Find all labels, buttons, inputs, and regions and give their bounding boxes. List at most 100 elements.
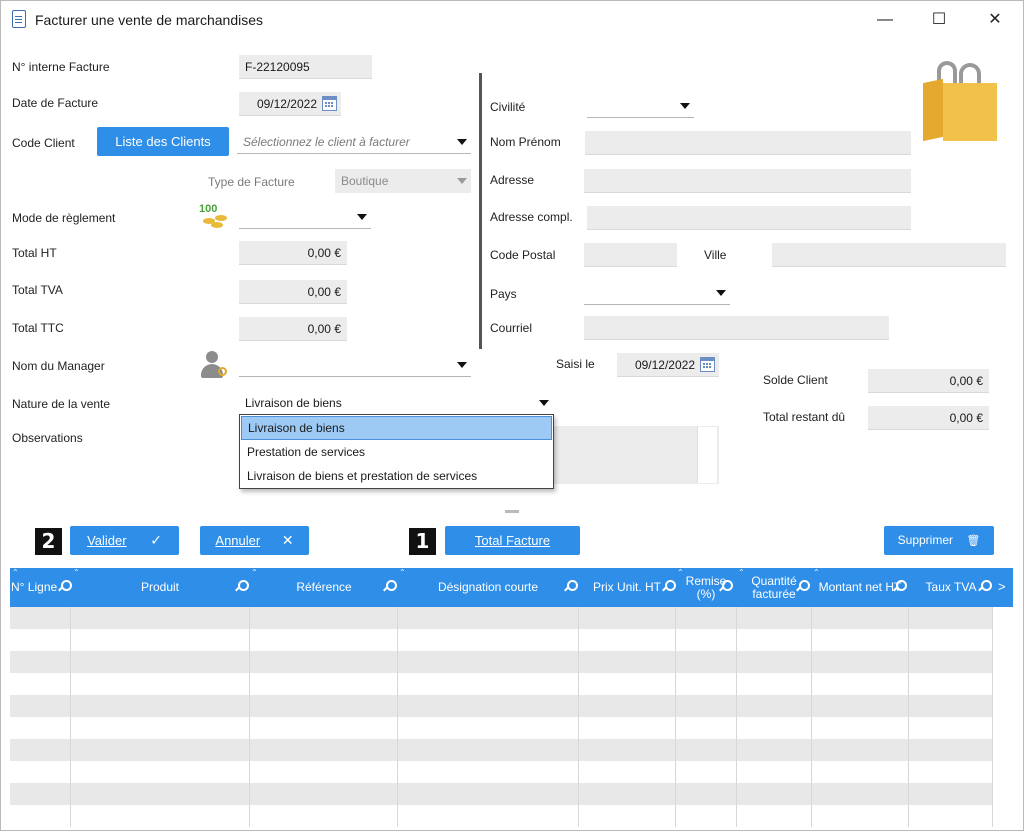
adresse-field[interactable] xyxy=(584,169,911,193)
chevron-down-icon xyxy=(357,214,367,220)
window-title: Facturer une vente de marchandises xyxy=(35,12,264,28)
code-postal-field[interactable] xyxy=(584,243,677,267)
column-header-designation[interactable]: Désignation courte xyxy=(398,568,578,607)
search-icon[interactable] xyxy=(383,580,397,592)
table-row[interactable] xyxy=(10,761,993,783)
table-row[interactable] xyxy=(10,805,993,827)
nature-vente-dropdown[interactable]: Livraison de biens Prestation de service… xyxy=(239,414,554,489)
num-facture-field[interactable]: F-22120095 xyxy=(239,55,372,79)
ville-label: Ville xyxy=(704,248,727,262)
table-row[interactable] xyxy=(10,695,993,717)
search-icon[interactable] xyxy=(978,580,992,592)
title-bar: Facturer une vente de marchandises — ☐ ✕ xyxy=(1,1,1023,39)
courriel-label: Courriel xyxy=(490,321,533,335)
search-icon[interactable] xyxy=(58,580,72,592)
search-icon[interactable] xyxy=(719,580,733,592)
adresse-compl-field[interactable] xyxy=(587,206,911,230)
total-tva-label: Total TVA xyxy=(12,283,63,297)
grid-column-divider xyxy=(397,607,398,827)
chevron-down-icon xyxy=(457,362,467,368)
num-facture-label: N° interne Facture xyxy=(12,60,110,74)
calendar-icon[interactable] xyxy=(322,96,337,111)
manager-select[interactable] xyxy=(239,353,471,377)
adresse-compl-label: Adresse compl. xyxy=(490,210,573,224)
total-ttc-label: Total TTC xyxy=(12,321,64,335)
close-button[interactable]: ✕ xyxy=(975,7,1015,33)
dropdown-option[interactable]: Prestation de services xyxy=(241,440,552,464)
dropdown-option[interactable]: Livraison de biens xyxy=(241,416,552,440)
column-header-reference[interactable]: Référence xyxy=(250,568,398,607)
nature-vente-select[interactable]: Livraison de biens xyxy=(239,391,553,415)
civilite-label: Civilité xyxy=(490,100,526,114)
table-row[interactable] xyxy=(10,673,993,695)
grid-scrollbar[interactable] xyxy=(993,607,1013,827)
sort-icon[interactable]: ⌃ xyxy=(12,569,19,577)
table-row[interactable] xyxy=(10,717,993,739)
observations-scrollbar[interactable] xyxy=(697,427,717,483)
ville-field[interactable] xyxy=(772,243,1006,267)
chevron-down-icon xyxy=(539,400,549,406)
total-restant-field: 0,00 € xyxy=(868,406,989,430)
grid-column-divider xyxy=(675,607,676,827)
search-icon[interactable] xyxy=(893,580,907,592)
column-header-prix[interactable]: Prix Unit. HT xyxy=(579,568,675,607)
grid-header: N° Ligne ⌃ ⌃ Produit ⌃ Référence ⌃ Désig… xyxy=(10,568,1013,607)
civilite-select[interactable] xyxy=(587,94,694,118)
observations-textarea[interactable] xyxy=(549,426,719,484)
table-row[interactable] xyxy=(10,739,993,761)
valider-button[interactable]: Valider ✓ xyxy=(70,526,179,555)
observations-label: Observations xyxy=(12,431,83,445)
total-tva-field: 0,00 € xyxy=(239,280,347,304)
column-header-produit[interactable]: Produit xyxy=(71,568,249,607)
calendar-icon[interactable] xyxy=(700,357,715,372)
saisi-le-value: 09/12/2022 xyxy=(634,358,695,372)
type-facture-label: Type de Facture xyxy=(208,175,295,189)
total-ttc-field: 0,00 € xyxy=(239,317,347,341)
grid-body xyxy=(10,607,1013,827)
table-row[interactable] xyxy=(10,783,993,805)
liste-clients-button[interactable]: Liste des Clients xyxy=(97,127,229,156)
courriel-field[interactable] xyxy=(584,316,889,340)
code-client-label: Code Client xyxy=(12,136,75,150)
x-icon: ✕ xyxy=(281,532,294,548)
search-icon[interactable] xyxy=(235,580,249,592)
table-row[interactable] xyxy=(10,607,993,629)
total-ht-field: 0,00 € xyxy=(239,241,347,265)
trash-icon: 🗑 xyxy=(966,535,981,547)
code-postal-label: Code Postal xyxy=(490,248,556,262)
grid-column-divider xyxy=(70,607,71,827)
adresse-label: Adresse xyxy=(490,173,535,187)
solde-client-field: 0,00 € xyxy=(868,369,989,393)
grid-column-divider xyxy=(908,607,909,827)
manager-label: Nom du Manager xyxy=(12,359,105,373)
total-facture-label: Total Facture xyxy=(474,533,551,548)
nom-prenom-field[interactable] xyxy=(585,131,911,155)
maximize-button[interactable]: ☐ xyxy=(919,7,959,33)
total-facture-button[interactable]: Total Facture xyxy=(445,526,580,555)
shopping-bag-icon xyxy=(919,61,999,143)
type-facture-select: Boutique xyxy=(335,169,471,193)
type-facture-value: Boutique xyxy=(341,174,389,188)
supprimer-label: Supprimer xyxy=(897,533,954,547)
search-icon[interactable] xyxy=(564,580,578,592)
minimize-button[interactable]: — xyxy=(865,7,905,33)
splitter-handle[interactable] xyxy=(505,510,519,513)
client-select[interactable]: Sélectionnez le client à facturer xyxy=(237,130,471,154)
mode-reglement-select[interactable] xyxy=(239,205,371,229)
table-row[interactable] xyxy=(10,629,993,651)
annuler-button[interactable]: Annuler ✕ xyxy=(200,526,309,555)
grid-column-divider xyxy=(249,607,250,827)
grid-column-divider xyxy=(736,607,737,827)
search-icon[interactable] xyxy=(662,580,676,592)
search-icon[interactable] xyxy=(796,580,810,592)
supprimer-button[interactable]: Supprimer 🗑 xyxy=(884,526,994,555)
table-row[interactable] xyxy=(10,651,993,673)
pays-select[interactable] xyxy=(584,281,730,305)
annuler-label: Annuler xyxy=(215,533,261,548)
valider-label: Valider xyxy=(87,533,127,548)
chevron-down-icon xyxy=(457,139,467,145)
solde-client-label: Solde Client xyxy=(763,373,828,387)
nom-prenom-label: Nom Prénom xyxy=(490,135,561,149)
scroll-right-indicator[interactable]: > xyxy=(998,579,1006,594)
dropdown-option[interactable]: Livraison de biens et prestation de serv… xyxy=(241,464,552,488)
